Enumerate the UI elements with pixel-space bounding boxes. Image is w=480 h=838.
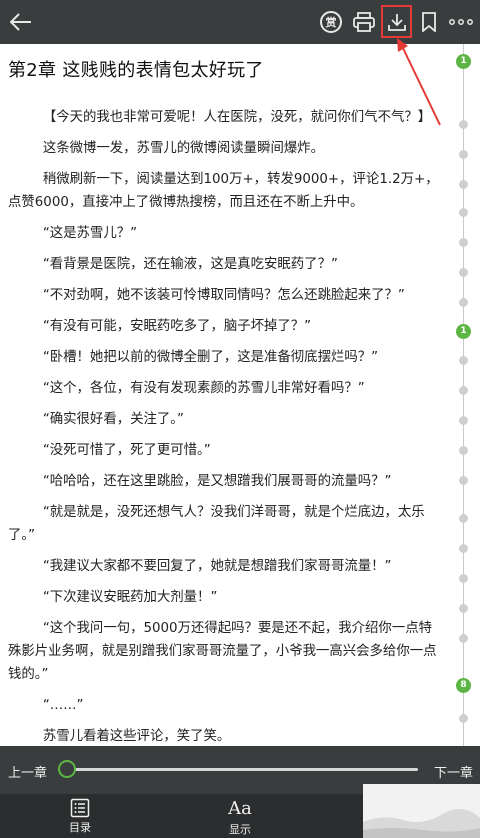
paragraph: “这是苏雪儿？” xyxy=(42,226,138,241)
paragraph: “下次建议安眠药加大剂量！” xyxy=(42,590,218,605)
paragraph: “就是就是，没死还想气人？没我们洋哥哥，就是个烂底边，太乐了。” xyxy=(8,505,425,543)
paragraph: “看背景是医院，还在输液，这是真吃安眠药了？” xyxy=(42,257,338,272)
overlay-panel xyxy=(363,784,480,838)
bookmark-icon[interactable] xyxy=(414,7,444,37)
next-chapter-button[interactable]: 下一章 xyxy=(434,762,473,781)
paragraph: “这个我问一句，5000万还得起吗？要是还不起，我介绍你一点特殊影片业务啊，就是… xyxy=(8,621,437,682)
reward-button[interactable]: 赏 xyxy=(316,7,346,37)
paragraph-dot[interactable] xyxy=(459,446,468,455)
font-size-icon: Aa xyxy=(228,798,252,819)
paragraph-dot[interactable] xyxy=(459,208,468,217)
paragraph-dot[interactable] xyxy=(459,150,468,159)
paragraph: 这条微博一发，苏雪儿的微博阅读量瞬间爆炸。 xyxy=(42,141,325,156)
paragraph: “有没有可能，安眠药吃多了，脑子坏掉了？” xyxy=(42,319,312,334)
paragraph-dot[interactable] xyxy=(459,714,468,723)
paragraph-dot[interactable] xyxy=(459,268,468,277)
paragraph: “这个，各位，有没有发现素颜的苏雪儿非常好看吗？” xyxy=(42,381,365,396)
reading-content[interactable]: 第2章 这贱贱的表情包太好玩了 【今天的我也非常可爱呢！人在医院，没死，就问你们… xyxy=(0,44,448,746)
comment-count-badge[interactable]: 8 xyxy=(456,678,471,693)
paragraph: “哈哈哈，还在这里跳脸，是又想蹭我们展哥哥的流量吗？” xyxy=(42,474,392,489)
paragraph: “卧槽！她把以前的微博全删了，这是准备彻底摆烂吗？” xyxy=(42,350,379,365)
paragraph-dot[interactable] xyxy=(459,544,468,553)
paragraph: 稍微刷新一下，阅读量达到100万+，转发9000+，评论1.2万+，点赞6000… xyxy=(8,172,439,210)
chapter-title: 第2章 这贱贱的表情包太好玩了 xyxy=(8,60,264,81)
reward-icon: 赏 xyxy=(320,11,342,33)
chapter-progress-slider[interactable] xyxy=(58,760,76,778)
paragraph: “不对劲啊，她不该装可怜博取同情吗？怎么还跳脸起来了？” xyxy=(42,288,405,303)
paragraph-dot[interactable] xyxy=(459,604,468,613)
toc-button[interactable]: 目录 xyxy=(50,798,110,835)
toc-label: 目录 xyxy=(69,821,91,834)
paragraph: “我建议大家都不要回复了，她就是想蹭我们家哥哥流量！” xyxy=(42,559,392,574)
paragraph-dot[interactable] xyxy=(459,238,468,247)
paragraph: “……” xyxy=(42,698,84,713)
chapter-body: 【今天的我也非常可爱呢！人在医院，没死，就问你们气不气？】 这条微博一发，苏雪儿… xyxy=(8,106,440,746)
paragraph: 【今天的我也非常可爱呢！人在医院，没死，就问你们气不气？】 xyxy=(42,110,432,125)
display-label: 显示 xyxy=(229,823,251,836)
paragraph-dot[interactable] xyxy=(459,476,468,485)
download-highlight-box xyxy=(381,5,412,38)
paragraph-dot[interactable] xyxy=(459,298,468,307)
more-icon[interactable] xyxy=(446,7,476,37)
comment-count-badge[interactable]: 1 xyxy=(456,54,471,69)
paragraph: “确实很好看，关注了。” xyxy=(42,412,184,427)
paragraph-dot[interactable] xyxy=(459,634,468,643)
toc-icon xyxy=(70,798,90,818)
back-arrow-icon[interactable] xyxy=(6,7,36,37)
paragraph-dot[interactable] xyxy=(459,120,468,129)
paragraph-dot[interactable] xyxy=(459,386,468,395)
paragraph-dot[interactable] xyxy=(459,574,468,583)
paragraph-dot[interactable] xyxy=(459,180,468,189)
display-button[interactable]: Aa 显示 xyxy=(210,798,270,837)
chapter-progress-track[interactable] xyxy=(58,768,418,771)
paragraph-dot[interactable] xyxy=(459,514,468,523)
overlay-texture-icon xyxy=(363,808,480,838)
paragraph: “没死可惜了，死了更可惜。” xyxy=(42,443,211,458)
paragraph-dot[interactable] xyxy=(459,356,468,365)
comment-count-badge[interactable]: 1 xyxy=(456,324,471,339)
printer-icon[interactable] xyxy=(349,7,379,37)
paragraph: 苏雪儿看着这些评论，笑了笑。 xyxy=(42,729,231,744)
paragraph-dot[interactable] xyxy=(459,416,468,425)
prev-chapter-button[interactable]: 上一章 xyxy=(8,762,47,781)
